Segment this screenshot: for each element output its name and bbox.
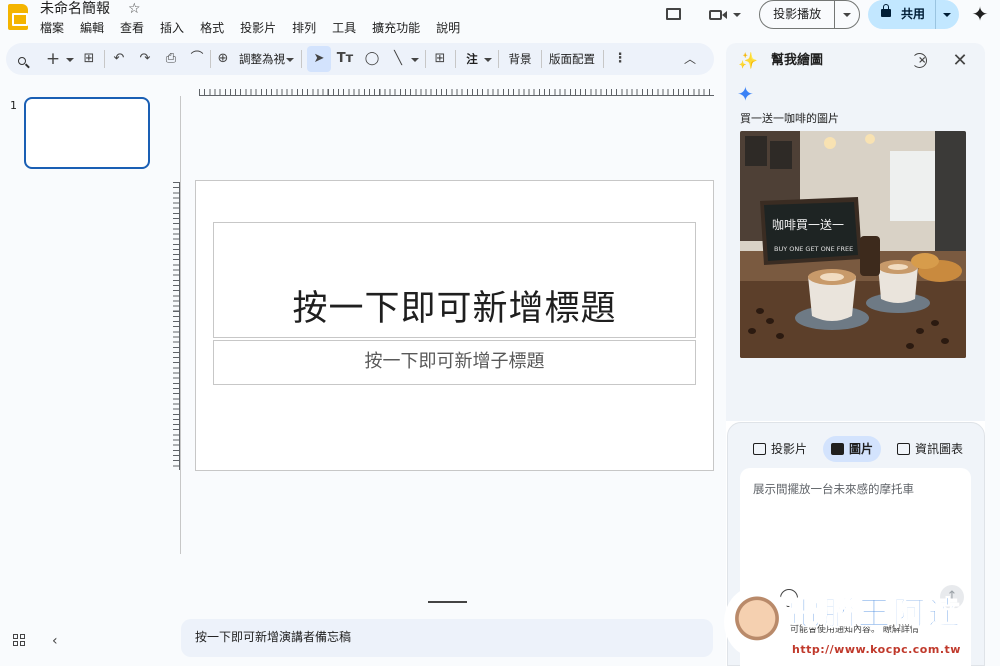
grid-view-icon[interactable] [13,634,25,646]
close-icon[interactable]: ✕ [950,51,970,71]
zoom-select[interactable]: 調整為視 [239,43,285,75]
history-icon[interactable]: × [910,51,930,71]
menu-arrange[interactable]: 排列 [292,19,323,37]
tab-infographic[interactable]: 資訊圖表 [889,436,971,462]
chevron-left-icon[interactable]: ‹ [52,633,58,649]
menu-slide[interactable]: 投影片 [240,19,283,37]
subtitle-placeholder-box[interactable]: 按一下即可新增子標題 [213,340,696,385]
chevron-down-icon [843,13,852,17]
menu-edit[interactable]: 編輯 [80,19,111,37]
menu-tools[interactable]: 工具 [332,19,363,37]
slides-app-icon[interactable] [8,4,28,30]
new-slide-icon[interactable]: + [45,43,61,75]
share-button-group: 共用 [868,0,959,29]
horizontal-ruler[interactable] [199,88,714,96]
tab-slide[interactable]: 投影片 [745,436,815,462]
line-icon[interactable]: ╲ [389,43,407,75]
chevron-down-icon[interactable] [66,58,74,62]
undo-icon[interactable]: ↶ [111,43,127,75]
side-panel-title: 幫我繪圖 [771,53,824,68]
image-sign-text-1: 咖啡買一送一 [772,217,844,232]
select-cursor-icon[interactable]: ➤ [310,43,328,75]
title-placeholder-box[interactable]: 按一下即可新增標題 [213,222,696,338]
slide-number: 1 [10,99,17,112]
more-options-icon[interactable]: ⋮ [612,43,628,75]
menu-extensions[interactable]: 擴充功能 [372,19,427,37]
menu-format[interactable]: 格式 [200,19,231,37]
present-button-group: 投影播放 [759,0,860,29]
title-placeholder: 按一下即可新增標題 [292,289,617,329]
present-button[interactable]: 投影播放 [760,1,836,28]
redo-icon[interactable]: ↷ [137,43,153,75]
chevron-down-icon[interactable] [286,58,294,62]
layout-button[interactable]: 版面配置 [547,43,597,75]
comment-add-icon[interactable]: ⊞ [431,43,449,75]
shape-icon[interactable]: ◯ [363,43,381,75]
vertical-ruler[interactable] [172,182,180,470]
notes-resize-handle[interactable] [428,601,467,603]
slide-add-icon [753,443,766,455]
share-dropdown[interactable] [936,0,959,29]
share-label: 共用 [901,7,926,21]
tab-image[interactable]: 圖片 [823,436,882,462]
generation-type-tabs: 投影片 圖片 資訊圖表 [745,436,971,462]
search-icon[interactable] [14,53,34,73]
chart-add-icon [897,443,911,455]
generated-image[interactable]: 咖啡買一送一 BUY ONE GET ONE FREE [740,131,966,358]
generated-image-caption: 買一送一咖啡的圖片 [740,112,839,125]
canvas-divider [180,96,181,554]
video-call-icon[interactable] [707,1,743,29]
image-sign-text-2: BUY ONE GET ONE FREE [774,245,853,253]
annotate-button[interactable]: 注 [464,43,480,75]
comment-icon[interactable] [663,1,685,29]
subtitle-placeholder: 按一下即可新增子標題 [364,351,545,372]
print-icon[interactable]: ⎙ [163,43,179,75]
zoom-icon[interactable]: ⊕ [215,43,231,75]
watermark-mascot [724,586,790,658]
prompt-placeholder: 展示間擺放一台未來感的摩托車 [753,482,914,496]
paint-format-icon[interactable]: ⌒ [189,43,205,75]
share-button[interactable]: 共用 [868,0,936,29]
chevron-down-icon[interactable] [484,58,492,62]
star-icon[interactable]: ☆ [128,0,141,18]
background-button[interactable]: 背景 [505,43,535,75]
speaker-notes[interactable]: 按一下即可新增演講者備忘稿 [181,619,713,657]
menu-file[interactable]: 檔案 [40,19,71,37]
sparkle-icon: ✦ [737,82,754,106]
magic-wand-icon: ✨ [738,51,758,70]
chevron-down-icon[interactable] [411,58,419,62]
menu-view[interactable]: 查看 [120,19,151,37]
collapse-toolbar-icon[interactable]: ︿ [681,43,699,75]
chevron-down-icon [943,13,951,17]
menu-help[interactable]: 說明 [436,19,467,37]
menu-bar: 檔案 編輯 查看 插入 格式 投影片 排列 工具 擴充功能 說明 [40,19,476,37]
image-add-icon [831,443,845,455]
watermark-url: http://www.kocpc.com.tw [792,643,961,656]
present-dropdown[interactable] [835,1,859,28]
gemini-icon[interactable]: ✦ [969,3,991,25]
document-title[interactable]: 未命名簡報 [40,0,110,18]
lock-icon [881,4,891,17]
slide-thumbnail[interactable] [24,97,150,169]
text-box-icon[interactable]: Tт [335,43,355,75]
watermark-text: 電腦王阿達 [787,594,964,633]
menu-insert[interactable]: 插入 [160,19,191,37]
insert-slide-icon[interactable]: ⊞ [80,43,98,75]
